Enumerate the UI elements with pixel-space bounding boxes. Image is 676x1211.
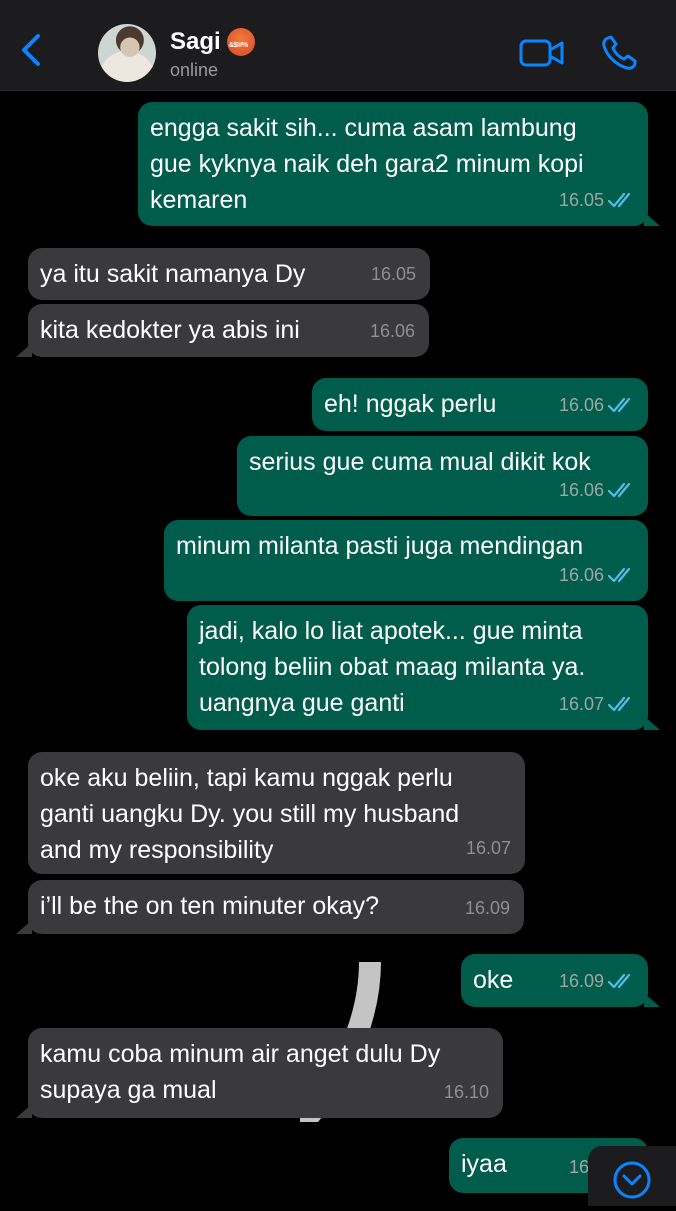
message-time: 16.07 bbox=[559, 686, 634, 722]
message-text: oke aku beliin, tapi kamu nggak perlu ga… bbox=[40, 764, 460, 864]
video-camera-icon bbox=[519, 39, 564, 67]
message-text: kamu coba minum air anget dulu Dy supaya… bbox=[40, 1040, 441, 1104]
message-time: 16.05 bbox=[371, 256, 416, 292]
message-timestamp: 16.06 bbox=[369, 321, 415, 341]
message-text: kita kedokter ya abis ini bbox=[40, 316, 300, 344]
contact-name-row[interactable]: Sagi bbox=[170, 28, 255, 56]
message-time: 16.07 bbox=[466, 830, 511, 866]
message-time: 16.06 bbox=[559, 387, 634, 423]
back-button[interactable] bbox=[14, 30, 50, 70]
angry-face-icon bbox=[226, 28, 255, 56]
message-time: 16.06 bbox=[559, 557, 634, 593]
read-ticks-icon bbox=[608, 192, 631, 208]
outgoing-message[interactable]: serius gue cuma mual dikit kok 16.06 bbox=[237, 436, 648, 516]
outgoing-message[interactable]: minum milanta pasti juga mendingan 16.06 bbox=[164, 520, 648, 601]
message-timestamp: 16.05 bbox=[558, 190, 604, 210]
message-timestamp: 16.10 bbox=[443, 1082, 489, 1102]
message-timestamp: 16.06 bbox=[558, 565, 604, 585]
read-ticks-icon bbox=[608, 973, 631, 989]
scroll-to-bottom-button[interactable] bbox=[588, 1146, 676, 1206]
message-timestamp: 16.07 bbox=[558, 694, 604, 714]
incoming-message[interactable]: kita kedokter ya abis ini 16.06 bbox=[16, 304, 429, 357]
chevron-down-circle-icon bbox=[613, 1161, 651, 1199]
contact-status: online bbox=[170, 60, 219, 80]
incoming-message[interactable]: oke aku beliin, tapi kamu nggak perlu ga… bbox=[28, 752, 525, 874]
outgoing-message[interactable]: jadi, kalo lo liat apotek... gue minta t… bbox=[187, 605, 660, 730]
read-ticks-icon bbox=[608, 696, 631, 712]
contact-name: Sagi bbox=[170, 28, 221, 55]
read-ticks-icon bbox=[608, 397, 631, 413]
phone-icon bbox=[602, 35, 637, 70]
outgoing-message[interactable]: eh! nggak perlu 16.06 bbox=[312, 378, 648, 431]
video-call-button[interactable] bbox=[518, 36, 566, 70]
message-text: i’ll be the on ten minuter okay? bbox=[40, 892, 380, 920]
message-time: 16.10 bbox=[444, 1074, 489, 1110]
message-timestamp: 16.07 bbox=[465, 838, 511, 858]
avatar[interactable] bbox=[98, 24, 156, 82]
read-ticks-icon bbox=[608, 567, 631, 583]
message-text: ya itu sakit namanya Dy bbox=[40, 260, 306, 288]
chevron-left-icon bbox=[22, 34, 40, 66]
message-timestamp: 16.06 bbox=[558, 395, 604, 415]
incoming-message[interactable]: ya itu sakit namanya Dy 16.05 bbox=[28, 248, 430, 300]
message-time: 16.06 bbox=[370, 313, 415, 349]
message-timestamp: 16.06 bbox=[558, 480, 604, 500]
message-time: 16.06 bbox=[559, 472, 634, 508]
message-timestamp: 16.05 bbox=[370, 264, 416, 284]
read-ticks-icon bbox=[608, 482, 631, 498]
chat-header: Sagi online bbox=[0, 0, 676, 91]
message-time: 16.09 bbox=[465, 890, 510, 926]
message-time: 16.05 bbox=[559, 182, 634, 218]
voice-call-button[interactable] bbox=[600, 34, 640, 72]
message-timestamp: 16.09 bbox=[464, 898, 510, 918]
message-timestamp: 16.09 bbox=[558, 971, 604, 991]
message-time: 16.09 bbox=[559, 963, 634, 999]
incoming-message[interactable]: i’ll be the on ten minuter okay? 16.09 bbox=[16, 880, 524, 934]
incoming-message[interactable]: kamu coba minum air anget dulu Dy supaya… bbox=[16, 1028, 503, 1118]
outgoing-message[interactable]: engga sakit sih... cuma asam lambung gue… bbox=[138, 102, 660, 226]
outgoing-message[interactable]: oke 16.09 bbox=[461, 954, 660, 1007]
message-list[interactable]: engga sakit sih... cuma asam lambung gue… bbox=[0, 92, 676, 1200]
